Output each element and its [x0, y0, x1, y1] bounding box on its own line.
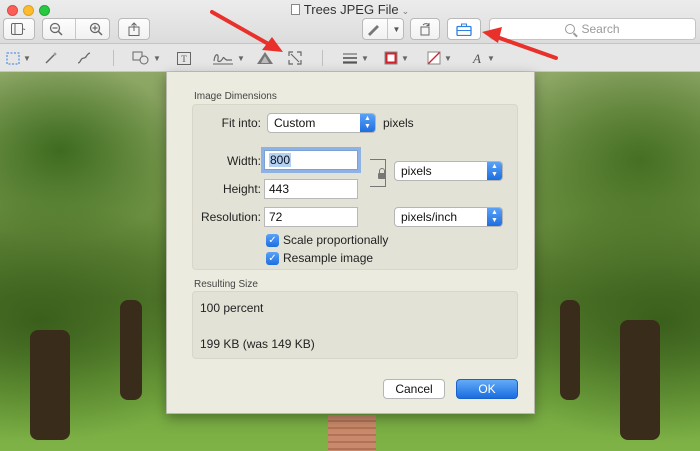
annotation-arrows	[210, 10, 558, 60]
annotation-arrow-toolbox	[482, 27, 558, 60]
annotation-arrow-adjust-size	[210, 10, 283, 52]
